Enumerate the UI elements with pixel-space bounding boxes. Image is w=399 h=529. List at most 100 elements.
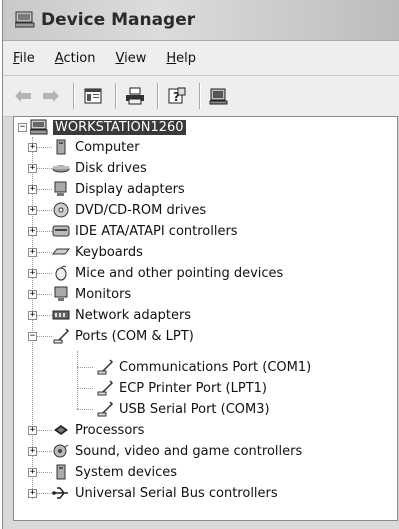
expand-toggle-usb[interactable]: + bbox=[28, 489, 37, 498]
window-title: Device Manager bbox=[41, 10, 196, 30]
expand-toggle-computer[interactable]: + bbox=[28, 143, 37, 152]
menu-bar: File Action View Help bbox=[3, 41, 399, 76]
help-button[interactable]: ? bbox=[165, 84, 189, 108]
menu-view[interactable]: View bbox=[116, 51, 147, 66]
tree-line bbox=[77, 388, 93, 389]
forward-button[interactable] bbox=[39, 84, 63, 108]
tree-item-label: Monitors bbox=[75, 286, 132, 302]
back-button[interactable] bbox=[11, 84, 35, 108]
tree-item-label: Computer bbox=[75, 139, 140, 155]
port-icon bbox=[96, 401, 114, 417]
tree-item-system-devices[interactable]: System devices bbox=[52, 462, 177, 482]
tree-item-label: IDE ATA/ATAPI controllers bbox=[75, 223, 238, 239]
tree-item-dvd-cdrom[interactable]: DVD/CD-ROM drives bbox=[52, 200, 206, 220]
tree-item-ports[interactable]: Ports (COM & LPT) bbox=[52, 326, 194, 346]
menu-file[interactable]: File bbox=[13, 51, 35, 66]
print-button[interactable] bbox=[123, 84, 147, 108]
menu-view-accel: V bbox=[115, 50, 125, 66]
menu-action[interactable]: Action bbox=[55, 51, 96, 66]
tree-item-sound[interactable]: Sound, video and game controllers bbox=[52, 441, 302, 461]
tree-root-label: WORKSTATION1260 bbox=[53, 119, 186, 135]
menu-help-accel: H bbox=[166, 50, 177, 66]
back-arrow-icon bbox=[15, 90, 31, 102]
mouse-icon bbox=[52, 265, 70, 281]
expand-toggle-display-adapters[interactable]: + bbox=[28, 185, 37, 194]
expand-toggle-dvd-cdrom[interactable]: + bbox=[28, 206, 37, 215]
tree-item-label: Communications Port (COM1) bbox=[119, 359, 312, 375]
tree-item-ide-controllers[interactable]: IDE ATA/ATAPI controllers bbox=[52, 221, 238, 241]
cdrom-icon bbox=[52, 202, 70, 218]
title-bar[interactable]: Device Manager bbox=[3, 0, 399, 41]
scan-hardware-icon bbox=[209, 88, 228, 105]
tree-item-label: ECP Printer Port (LPT1) bbox=[119, 380, 267, 396]
tree-item-monitors[interactable]: Monitors bbox=[52, 284, 131, 304]
menu-action-rest: ction bbox=[63, 50, 96, 66]
tree-item-computer[interactable]: Computer bbox=[52, 137, 140, 157]
tree-item-label: USB Serial Port (COM3) bbox=[119, 401, 270, 417]
toolbar-separator bbox=[157, 83, 159, 109]
tree-item-usb[interactable]: Universal Serial Bus controllers bbox=[52, 483, 278, 503]
tree-item-network-adapters[interactable]: Network adapters bbox=[52, 305, 191, 325]
tree-item-label: Disk drives bbox=[75, 160, 147, 176]
expand-toggle-system-devices[interactable]: + bbox=[28, 468, 37, 477]
sound-icon bbox=[52, 443, 70, 459]
port-icon bbox=[96, 380, 114, 396]
tree-line bbox=[77, 351, 78, 409]
expand-toggle-sound[interactable]: + bbox=[28, 447, 37, 456]
tree-item-com1[interactable]: Communications Port (COM1) bbox=[96, 357, 311, 377]
network-adapter-icon bbox=[52, 307, 70, 323]
tree-line bbox=[77, 409, 93, 410]
ide-controller-icon bbox=[52, 223, 70, 239]
print-icon bbox=[126, 87, 144, 105]
collapse-toggle-ports[interactable]: − bbox=[28, 332, 37, 341]
expand-toggle-monitors[interactable]: + bbox=[28, 290, 37, 299]
tree-item-label: Sound, video and game controllers bbox=[75, 443, 303, 459]
show-hide-tree-button[interactable] bbox=[81, 84, 105, 108]
tree-item-mice[interactable]: Mice and other pointing devices bbox=[52, 263, 283, 283]
usb-icon bbox=[52, 485, 70, 501]
device-manager-icon bbox=[14, 11, 35, 29]
tree-item-processors[interactable]: Processors bbox=[52, 420, 144, 440]
menu-view-rest: iew bbox=[124, 50, 147, 66]
tree-item-label: Display adapters bbox=[75, 181, 185, 197]
system-device-icon bbox=[52, 464, 70, 480]
tree-item-label: System devices bbox=[75, 464, 178, 480]
menu-help[interactable]: Help bbox=[166, 51, 196, 66]
tree-item-display-adapters[interactable]: Display adapters bbox=[52, 179, 185, 199]
tree-item-label: Universal Serial Bus controllers bbox=[75, 485, 278, 501]
expand-toggle-network-adapters[interactable]: + bbox=[28, 311, 37, 320]
root-collapse-toggle[interactable]: − bbox=[18, 123, 27, 132]
computer-icon bbox=[52, 139, 70, 155]
tree-item-keyboards[interactable]: Keyboards bbox=[51, 242, 143, 262]
scan-hardware-button[interactable] bbox=[207, 84, 231, 108]
processor-icon bbox=[52, 422, 70, 438]
expand-toggle-ide-controllers[interactable]: + bbox=[28, 227, 37, 236]
help-icon: ? bbox=[168, 87, 186, 104]
menu-file-rest: ile bbox=[19, 50, 35, 66]
tree-item-disk-drives[interactable]: Disk drives bbox=[52, 158, 147, 178]
expand-toggle-processors[interactable]: + bbox=[28, 426, 37, 435]
tree-item-label: Network adapters bbox=[75, 307, 192, 323]
tree-item-label: Mice and other pointing devices bbox=[75, 265, 284, 281]
toolbar-separator bbox=[199, 83, 201, 109]
tree-item-label: DVD/CD-ROM drives bbox=[75, 202, 207, 218]
display-adapter-icon bbox=[52, 181, 70, 197]
tree-item-label: Processors bbox=[75, 422, 145, 438]
expand-toggle-disk-drives[interactable]: + bbox=[28, 164, 37, 173]
tree-item-label: Keyboards bbox=[75, 244, 143, 260]
expand-toggle-mice[interactable]: + bbox=[28, 269, 37, 278]
toolbar-separator bbox=[115, 83, 117, 109]
properties-pane-icon bbox=[84, 88, 102, 104]
toolbar: ? bbox=[3, 76, 399, 117]
forward-arrow-icon bbox=[43, 90, 59, 102]
tree-item-com3[interactable]: USB Serial Port (COM3) bbox=[96, 399, 270, 419]
tree-root-workstation[interactable]: WORKSTATION1260 bbox=[29, 117, 186, 137]
disk-drive-icon bbox=[52, 160, 70, 176]
device-manager-window: Device Manager File Action View Help ? −… bbox=[2, 0, 399, 529]
tree-item-lpt1[interactable]: ECP Printer Port (LPT1) bbox=[96, 378, 267, 398]
tree-line bbox=[77, 367, 93, 368]
device-tree[interactable]: − WORKSTATION1260 + Computer + Disk driv… bbox=[13, 116, 398, 521]
expand-toggle-keyboards[interactable]: + bbox=[28, 248, 37, 257]
tree-item-label: Ports (COM & LPT) bbox=[75, 328, 194, 344]
workstation-icon bbox=[29, 119, 48, 135]
